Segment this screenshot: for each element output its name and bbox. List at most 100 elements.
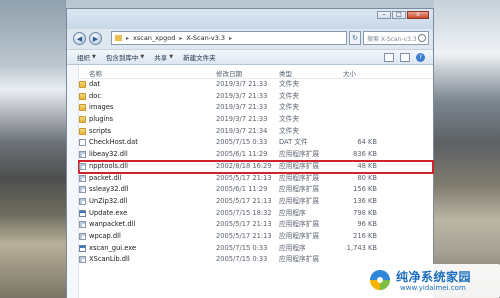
- file-row[interactable]: xscan_gui.exe 2005/7/15 0:33 应用程序 1,743 KB: [79, 243, 433, 255]
- file-size: 1,743 KB: [346, 243, 377, 252]
- file-name: scripts: [89, 126, 112, 135]
- exe-icon: [79, 209, 86, 217]
- file-name: images: [89, 103, 114, 112]
- column-header-row: 名称 修改日期 类型 大小: [79, 65, 433, 79]
- desktop-background-left: [0, 0, 66, 298]
- file-date: 2019/3/7 21:33: [216, 115, 268, 124]
- file-type: 应用程序: [279, 208, 306, 217]
- file-name: UnZip32.dll: [89, 196, 128, 205]
- file-type: 应用程序扩展: [279, 161, 320, 170]
- file-row[interactable]: plugins 2019/3/7 21:33 文件夹: [79, 114, 433, 126]
- file-row[interactable]: ssleay32.dll 2005/6/1 11:29 应用程序扩展 156 KB: [79, 184, 433, 196]
- new-folder-button[interactable]: 新建文件夹: [183, 52, 216, 62]
- include-in-library-button[interactable]: 包含到库中 ▼: [106, 52, 144, 62]
- new-folder-label: 新建文件夹: [183, 54, 216, 62]
- breadcrumb-item[interactable]: xscan_xpgod: [133, 34, 175, 42]
- column-header-size[interactable]: 大小: [343, 68, 356, 78]
- file-row[interactable]: Update.exe 2005/7/15 18:32 应用程序 798 KB: [79, 208, 433, 220]
- share-button[interactable]: 共享 ▼: [154, 52, 173, 62]
- navigation-bar: ◀ ▶ ▸ xscan_xpgod ▸ X-Scan-v3.3 ▸ ↻ 搜索 X…: [67, 29, 433, 49]
- file-name: wpcap.dll: [89, 231, 121, 240]
- file-date: 2005/5/17 21:13: [216, 196, 272, 205]
- file-name: npptools.dll: [89, 161, 128, 170]
- file-size: 64 KB: [357, 138, 377, 147]
- file-type: DAT 文件: [279, 138, 308, 147]
- file-name: CheckHost.dat: [89, 138, 138, 147]
- close-button[interactable]: x: [407, 11, 429, 19]
- folder-icon: [79, 92, 86, 100]
- column-header-date[interactable]: 修改日期: [216, 68, 242, 78]
- file-type: 应用程序扩展: [279, 255, 320, 264]
- file-row[interactable]: wanpacket.dll 2005/5/17 21:13 应用程序扩展 96 KB: [79, 219, 433, 231]
- breadcrumb-item[interactable]: X-Scan-v3.3: [186, 34, 225, 42]
- file-type: 应用程序: [279, 243, 306, 252]
- include-in-library-label: 包含到库中: [105, 54, 139, 62]
- file-date: 2019/3/7 21:34: [216, 126, 268, 135]
- back-button[interactable]: ◀: [73, 32, 86, 45]
- file-name: ssleay32.dll: [89, 185, 129, 194]
- file-name: wanpacket.dll: [89, 220, 136, 229]
- dll-icon: [79, 162, 86, 170]
- file-size: 798 KB: [353, 208, 377, 217]
- exe-icon: [79, 244, 86, 252]
- file-name: xscan_gui.exe: [89, 243, 137, 252]
- file-size: 156 KB: [353, 185, 377, 194]
- chevron-down-icon: ▼: [92, 54, 96, 60]
- file-type: 应用程序扩展: [279, 185, 320, 194]
- watermark-title: 纯净系统家园: [396, 270, 472, 284]
- refresh-icon: ↻: [352, 34, 358, 42]
- file-row[interactable]: UnZip32.dll 2005/5/17 21:13 应用程序扩展 136 KB: [79, 196, 433, 208]
- view-options-icon[interactable]: [384, 53, 394, 62]
- file-type: 文件夹: [279, 115, 300, 124]
- file-name: packet.dll: [89, 173, 122, 182]
- file-type: 应用程序扩展: [279, 150, 320, 159]
- file-type: 文件夹: [279, 126, 300, 135]
- command-toolbar: 组织 ▼ 包含到库中 ▼ 共享 ▼ 新建文件夹 ?: [67, 49, 433, 65]
- refresh-button[interactable]: ↻: [349, 31, 361, 45]
- file-row[interactable]: wpcap.dll 2005/5/17 21:13 应用程序扩展 216 KB: [79, 231, 433, 243]
- dll-icon: [79, 232, 86, 240]
- minimize-button[interactable]: –: [377, 11, 391, 19]
- file-date: 2005/5/17 21:13: [216, 231, 272, 240]
- view-controls: ?: [384, 53, 425, 62]
- address-bar[interactable]: ▸ xscan_xpgod ▸ X-Scan-v3.3 ▸: [111, 31, 347, 45]
- breadcrumb-separator-icon: ▸: [126, 34, 130, 42]
- file-name: libeay32.dll: [89, 150, 128, 159]
- file-size: 216 KB: [353, 231, 377, 240]
- breadcrumb-separator-icon: ▸: [179, 34, 183, 42]
- search-input[interactable]: 搜索 X-Scan-v3.3: [363, 31, 429, 45]
- forward-button[interactable]: ▶: [89, 32, 102, 45]
- file-row[interactable]: dat 2019/3/7 21:33 文件夹: [79, 79, 433, 91]
- column-header-type[interactable]: 类型: [279, 68, 292, 78]
- file-row[interactable]: libeay32.dll 2005/6/1 11:29 应用程序扩展 836 KB: [79, 149, 433, 161]
- file-row[interactable]: CheckHost.dat 2005/7/15 0:33 DAT 文件 64 KB: [79, 137, 433, 149]
- file-row[interactable]: doc 2019/3/7 21:33 文件夹: [79, 91, 433, 103]
- organize-label: 组织: [77, 54, 90, 62]
- folder-small-icon: [115, 35, 122, 41]
- navigation-pane[interactable]: [67, 65, 79, 298]
- dll-icon: [79, 256, 86, 264]
- file-name: doc: [89, 91, 102, 100]
- file-name: Update.exe: [89, 208, 128, 217]
- dll-icon: [79, 197, 86, 205]
- file-size: 96 KB: [357, 220, 377, 229]
- file-row[interactable]: npptools.dll 2002/8/18 16:29 应用程序扩展 48 KB: [78, 159, 434, 174]
- file-date: 2019/3/7 21:33: [216, 91, 268, 100]
- preview-pane-icon[interactable]: [400, 53, 410, 62]
- folder-icon: [79, 127, 86, 135]
- window-controls: – □ x: [377, 11, 429, 19]
- file-size: 80 KB: [357, 173, 377, 182]
- help-icon[interactable]: ?: [416, 53, 425, 62]
- chevron-down-icon: ▼: [169, 54, 174, 60]
- file-row[interactable]: images 2019/3/7 21:33 文件夹: [79, 102, 433, 114]
- maximize-button[interactable]: □: [392, 11, 406, 19]
- file-name: dat: [89, 80, 100, 88]
- file-name: plugins: [89, 115, 114, 124]
- organize-button[interactable]: 组织 ▼: [77, 52, 96, 62]
- file-size: 836 KB: [353, 150, 377, 159]
- column-header-name[interactable]: 名称: [89, 68, 102, 78]
- file-row[interactable]: scripts 2019/3/7 21:34 文件夹: [79, 126, 433, 138]
- search-icon: [418, 34, 426, 42]
- file-date: 2005/5/17 21:13: [216, 220, 272, 229]
- file-row[interactable]: packet.dll 2005/5/17 21:13 应用程序扩展 80 KB: [79, 173, 433, 185]
